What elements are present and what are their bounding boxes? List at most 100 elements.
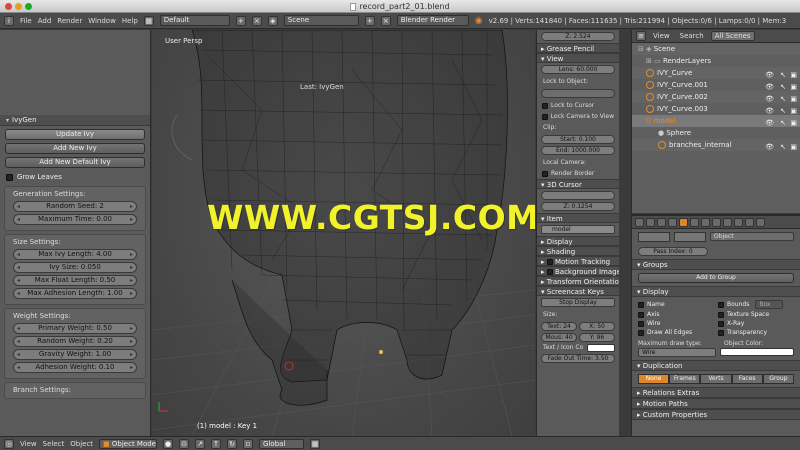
wire-checkbox[interactable] <box>638 320 644 327</box>
data-tab-icon[interactable] <box>712 217 721 227</box>
item-panel-header[interactable]: ▾ Item <box>537 213 619 223</box>
motion-paths-panel-header[interactable]: ▸ Motion Paths <box>632 398 800 409</box>
max-float-length-field[interactable]: Max Float Length: 0.50 <box>13 275 137 286</box>
texture-space-checkbox-row[interactable]: Texture Space <box>718 311 794 318</box>
clip-start-field[interactable]: Start: 0.100 <box>541 135 615 144</box>
menu-window[interactable]: Window <box>88 17 116 25</box>
render-border-checkbox[interactable] <box>542 170 548 177</box>
constraints-tab-icon[interactable] <box>690 217 699 227</box>
max-draw-type-dropdown[interactable]: Wire <box>638 348 716 357</box>
xray-checkbox[interactable] <box>718 320 724 327</box>
maximum-time-field[interactable]: Maximum Time: 0.00 <box>13 214 137 225</box>
location-z-field[interactable]: Z: 2.524 <box>541 32 615 41</box>
menu-help[interactable]: Help <box>122 17 138 25</box>
texture-tab-icon[interactable] <box>734 217 743 227</box>
render-layers-tab-icon[interactable] <box>646 217 655 227</box>
remove-layout-icon[interactable]: × <box>251 15 262 26</box>
relations-extras-panel-header[interactable]: ▸ Relations Extras <box>632 387 800 398</box>
add-new-default-ivy-button[interactable]: Add New Default Ivy <box>5 157 145 168</box>
manipulator-icon[interactable]: ↗ <box>195 438 206 449</box>
transparency-checkbox[interactable] <box>718 329 724 336</box>
background-images-panel-header[interactable]: ▸ Background Images <box>537 266 619 276</box>
name-checkbox-row[interactable]: Name <box>638 300 714 309</box>
menu-object[interactable]: Object <box>70 440 93 448</box>
gravity-weight-field[interactable]: Gravity Weight: 1.00 <box>13 349 137 360</box>
update-ivy-button[interactable]: Update Ivy <box>5 129 145 140</box>
lock-camera-checkbox[interactable] <box>542 113 548 120</box>
lock-camera-row[interactable]: Lock Camera to View <box>537 111 619 122</box>
editor-type-3d-icon[interactable]: ◎ <box>4 438 14 449</box>
outliner-row-ivy-curve-001[interactable]: IVY_Curve.001 👁 ↖ ▣ <box>632 79 800 91</box>
background-images-checkbox[interactable] <box>546 269 553 275</box>
stop-display-button[interactable]: Stop Display <box>541 298 615 307</box>
dup-frames-tab[interactable]: Frames <box>669 374 701 384</box>
region-separator[interactable] <box>620 30 631 436</box>
add-to-group-button[interactable]: Add to Group <box>638 273 794 283</box>
dup-group-tab[interactable]: Group <box>762 374 795 384</box>
outliner-row-renderlayers[interactable]: ⊞ ▭ RenderLayers <box>632 55 800 67</box>
groups-panel-header[interactable]: ▾ Groups <box>632 259 800 270</box>
display-panel-header[interactable]: ▸ Display <box>537 236 619 246</box>
item-name-field[interactable]: model <box>541 225 615 234</box>
renderability-camera-icon[interactable]: ▣ <box>790 141 797 153</box>
random-seed-field[interactable]: Random Seed: 2 <box>13 201 137 212</box>
cursor-x-field[interactable] <box>541 191 615 200</box>
layers-icon[interactable]: ▦ <box>310 438 321 449</box>
scale-icon[interactable]: ▫ <box>243 438 254 449</box>
render-engine-select[interactable]: Blender Render <box>396 15 469 26</box>
material-tab-icon[interactable] <box>723 217 732 227</box>
max-adhesion-length-field[interactable]: Max Adhesion Length: 1.00 <box>13 288 137 299</box>
outliner-row-ivy-curve-003[interactable]: IVY_Curve.003 👁 ↖ ▣ <box>632 103 800 115</box>
object-parent-dropdown[interactable]: Object <box>710 232 794 241</box>
layer-buttons-2[interactable] <box>674 232 706 242</box>
interaction-mode-select[interactable]: ■ Object Mode <box>99 438 158 449</box>
motion-tracking-panel-header[interactable]: ▸ Motion Tracking <box>537 256 619 266</box>
outliner-row-sphere[interactable]: ● Sphere <box>632 127 800 139</box>
add-scene-icon[interactable]: + <box>364 15 375 26</box>
3d-viewport[interactable]: User Persp Last: IvyGen WWW.CGTSJ.COM (1… <box>152 30 535 436</box>
dup-verts-tab[interactable]: Verts <box>700 374 732 384</box>
visibility-eye-icon[interactable]: 👁 <box>765 141 774 153</box>
duplication-panel-header[interactable]: ▾ Duplication <box>632 360 800 371</box>
texture-space-checkbox[interactable] <box>718 311 724 318</box>
scene-icon[interactable]: ◈ <box>267 15 278 26</box>
viewport-shading-icon[interactable]: ● <box>163 438 174 449</box>
menu-file[interactable]: File <box>20 17 32 25</box>
ivygen-panel-header[interactable]: ▾ IvyGen <box>0 115 150 126</box>
motion-tracking-checkbox[interactable] <box>546 259 553 265</box>
modifiers-tab-icon[interactable] <box>701 217 710 227</box>
bounds-type-dropdown[interactable]: Box <box>755 300 784 309</box>
add-new-ivy-button[interactable]: Add New Ivy <box>5 143 145 154</box>
outliner-row-branches-internal[interactable]: branches_internal 👁 ↖ ▣ <box>632 139 800 151</box>
primary-weight-field[interactable]: Primary Weight: 0.50 <box>13 323 137 334</box>
translate-icon[interactable]: ↑ <box>211 438 222 449</box>
xray-checkbox-row[interactable]: X-Ray <box>718 320 794 327</box>
outliner-tab-all-scenes[interactable]: All Scenes <box>710 31 755 41</box>
random-weight-field[interactable]: Random Weight: 0.20 <box>13 336 137 347</box>
lock-to-cursor-row[interactable]: Lock to Cursor <box>537 100 619 111</box>
bounds-checkbox[interactable] <box>718 301 724 308</box>
menu-add[interactable]: Add <box>38 17 52 25</box>
render-tab-icon[interactable] <box>635 217 644 227</box>
adhesion-weight-field[interactable]: Adhesion Weight: 0.10 <box>13 362 137 373</box>
outliner-tab-view[interactable]: View <box>650 32 673 40</box>
transform-orientation-select[interactable]: Global <box>259 438 305 449</box>
physics-tab-icon[interactable] <box>756 217 765 227</box>
text-size-field[interactable]: Text: 24 <box>541 322 577 331</box>
outliner-row-scene[interactable]: ⊟ ◈ Scene <box>632 43 800 55</box>
menu-view[interactable]: View <box>20 440 37 448</box>
lens-field[interactable]: Lens: 60.000 <box>541 65 615 74</box>
editor-type-info-icon[interactable]: i <box>4 15 14 26</box>
outliner-row-ivy-curve-002[interactable]: IVY_Curve.002 👁 ↖ ▣ <box>632 91 800 103</box>
render-border-row[interactable]: Render Border <box>537 168 619 179</box>
pass-index-field[interactable]: Pass Index: 0 <box>638 247 708 256</box>
close-window-button[interactable] <box>5 3 12 10</box>
zoom-window-button[interactable] <box>25 3 32 10</box>
object-tab-icon[interactable] <box>679 217 688 227</box>
outliner-row-model[interactable]: ▽ model 👁 ↖ ▣ <box>632 115 800 127</box>
custom-properties-panel-header[interactable]: ▸ Custom Properties <box>632 409 800 420</box>
cursor-z-field[interactable]: Z: 0.1254 <box>541 202 615 211</box>
layer-buttons-1[interactable] <box>638 232 670 242</box>
screen-layout-icon[interactable]: ▦ <box>143 15 154 26</box>
particles-tab-icon[interactable] <box>745 217 754 227</box>
